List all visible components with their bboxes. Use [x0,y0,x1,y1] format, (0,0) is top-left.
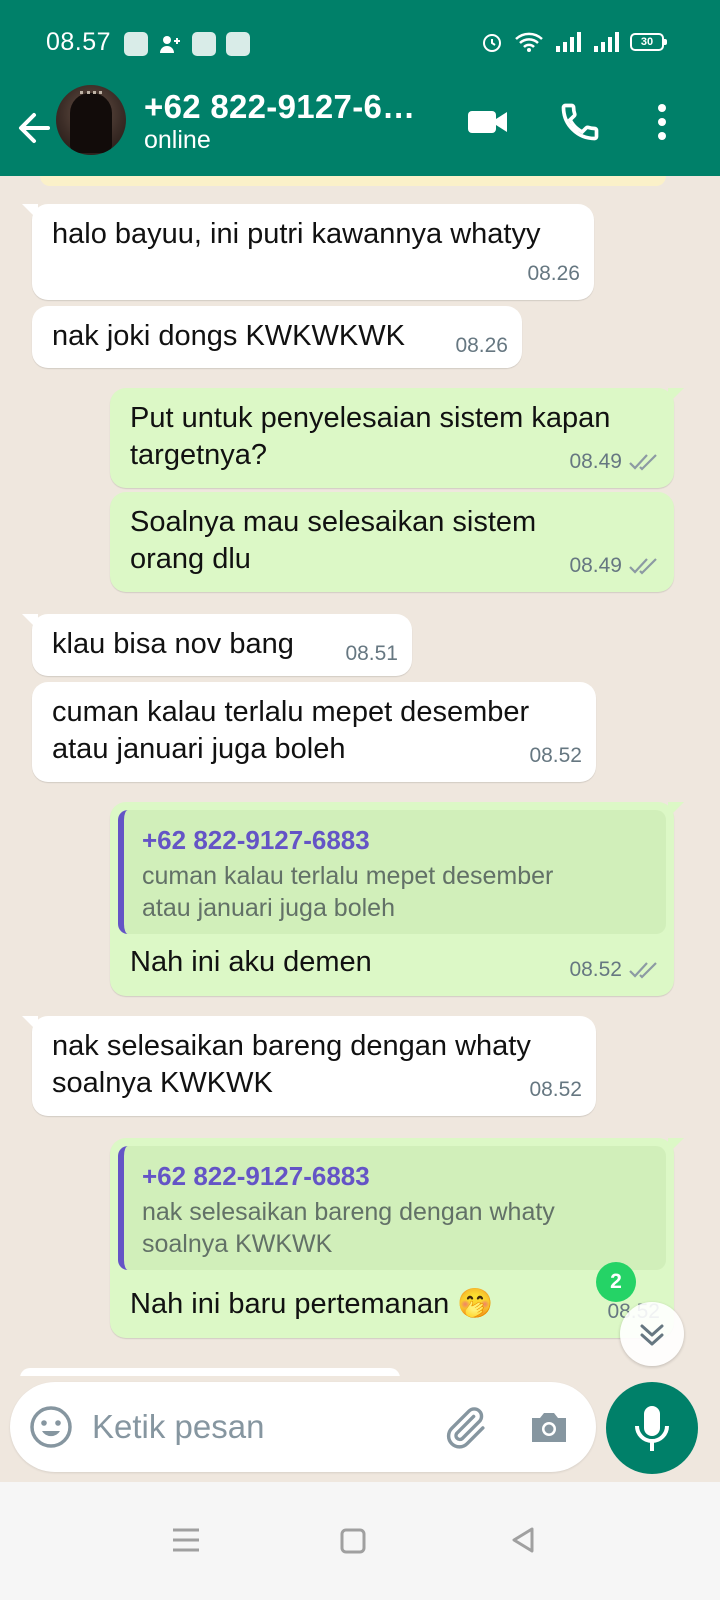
message-incoming[interactable]: cuman kalau terlalu mepet desember atau … [32,682,596,782]
quoted-author: +62 822-9127-6883 [142,1161,370,1191]
message-outgoing-reply[interactable]: +62 822-9127-6883 nak selesaikan bareng … [110,1138,684,1338]
message-text: Soalnya mau selesaikan sistem orang dlu [130,506,537,575]
next-message-edge [20,1368,400,1376]
voice-record-button[interactable] [606,1382,698,1474]
attach-icon [446,1407,485,1449]
message-incoming[interactable]: nak selesaikan bareng dengan whaty soaln… [22,1016,596,1116]
bubble-tail [22,614,38,630]
status-time: 08.57 [46,28,112,56]
bubble-tail [668,802,684,818]
alarm-icon [483,34,501,52]
message-text: klau bisa nov bang [52,628,294,660]
message-text: Nah ini baru pertemanan 🤭 [130,1288,494,1320]
quoted-text: nak selesaikan bareng dengan whaty soaln… [142,1198,555,1258]
message-time: 08.52 [529,1078,582,1101]
double-check-icon [629,961,657,979]
scroll-to-bottom-button[interactable] [620,1302,684,1366]
message-time: 08.49 [569,554,622,577]
camera-icon [532,1413,566,1442]
message-time: 08.52 [569,958,622,981]
voice-call-icon [561,103,599,141]
menu-icon [173,1528,199,1552]
double-check-icon [629,557,657,575]
gallery-notification-icon [192,32,216,56]
chat-notification-icon [226,32,250,56]
message-incoming[interactable]: klau bisa nov bang 08.51 [22,614,412,676]
message-text: cuman kalau terlalu mepet desember atau … [52,696,530,765]
status-bar: 08.57 30 [0,0,720,88]
message-outgoing[interactable]: Put untuk penyelesaian sistem kapan targ… [110,388,684,488]
message-time: 08.52 [529,744,582,767]
more-options-button[interactable] [644,100,680,144]
quoted-message[interactable]: +62 822-9127-6883 cuman kalau terlalu me… [118,810,666,934]
quoted-text: cuman kalau terlalu mepet desember atau … [142,862,554,922]
wifi-icon [515,32,543,52]
message-text: halo bayuu, ini putri kawannya whatyy [52,218,541,250]
scroll-down-icon [640,1324,664,1346]
message-time: 08.26 [527,262,580,285]
message-text: Nah ini aku demen [130,946,372,978]
message-incoming[interactable]: halo bayuu, ini putri kawannya whatyy 08… [22,204,594,300]
attach-button[interactable] [442,1404,488,1450]
message-text: nak selesaikan bareng dengan whaty soaln… [52,1030,531,1099]
mic-icon [635,1406,669,1451]
contact-info[interactable]: +62 822-9127-6… online [0,88,440,176]
emoji-icon [30,1406,72,1448]
emoji-button[interactable] [28,1404,74,1450]
quoted-author: +62 822-9127-6883 [142,825,370,855]
chat-header: +62 822-9127-6… online [0,85,720,176]
message-input[interactable] [92,1402,412,1452]
nav-back-button[interactable] [494,1510,554,1570]
signal-2-icon [594,32,619,52]
previous-message-edge [40,176,666,186]
bubble-tail [22,1016,38,1032]
status-right-icons: 30 [480,30,667,54]
bubble-tail [668,388,684,404]
battery-icon: 30 [630,33,667,51]
composer [10,1382,596,1472]
back-triangle-icon [512,1527,534,1553]
video-call-button[interactable] [466,100,510,144]
nav-menu-button[interactable] [156,1510,216,1570]
bubble-tail [22,204,38,220]
message-text: Put untuk penyelesaian sistem kapan targ… [130,402,611,471]
system-nav-bar [0,1482,720,1600]
message-text: nak joki dongs KWKWKWK [52,320,405,352]
notification-icon [124,32,148,56]
message-time: 08.51 [345,642,398,665]
chat-area[interactable]: halo bayuu, ini putri kawannya whatyy 08… [0,176,720,1376]
add-contact-notification-icon [158,32,182,56]
contact-status: online [144,126,211,154]
bubble-tail [668,1138,684,1154]
unread-count-badge: 2 [596,1262,636,1302]
message-outgoing[interactable]: Soalnya mau selesaikan sistem orang dlu … [110,492,674,592]
double-check-icon [629,453,657,471]
quoted-message[interactable]: +62 822-9127-6883 nak selesaikan bareng … [118,1146,666,1270]
message-time: 08.49 [569,450,622,473]
message-incoming[interactable]: nak joki dongs KWKWKWK 08.26 [32,306,522,368]
voice-call-button[interactable] [558,100,602,144]
contact-name: +62 822-9127-6… [144,88,416,125]
home-square-icon [340,1528,366,1554]
video-call-icon [468,111,507,133]
nav-home-button[interactable] [322,1510,382,1570]
composer-bar [0,1376,720,1482]
message-time: 08.26 [455,334,508,357]
signal-icon [556,32,581,52]
message-outgoing-reply[interactable]: +62 822-9127-6883 cuman kalau terlalu me… [110,802,684,996]
more-options-icon [658,104,666,140]
camera-button[interactable] [526,1404,572,1450]
